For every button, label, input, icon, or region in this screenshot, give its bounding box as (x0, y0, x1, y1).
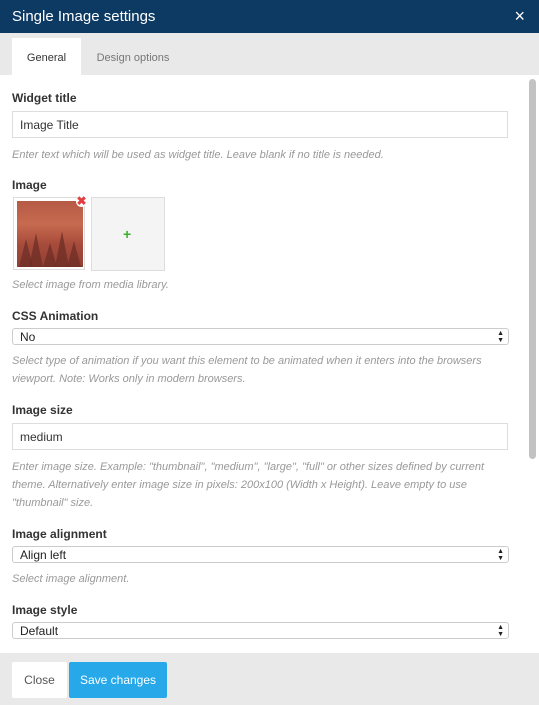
close-icon[interactable]: × (514, 6, 525, 26)
widget-title-label: Widget title (12, 91, 77, 105)
css-animation-help: Select type of animation if you want thi… (12, 355, 482, 385)
widget-title-input[interactable]: Image Title (12, 111, 508, 138)
css-animation-select[interactable]: No ▲ ▼ (12, 328, 509, 345)
save-changes-button[interactable]: Save changes (69, 662, 167, 698)
image-label: Image (12, 178, 47, 192)
plus-icon: + (123, 226, 132, 242)
image-alignment-select[interactable]: Align left ▲ ▼ (12, 546, 509, 563)
dialog-footer: Close Save changes (0, 653, 539, 705)
dialog-title: Single Image settings (12, 8, 156, 25)
widget-title-help: Enter text which will be used as widget … (12, 149, 384, 161)
updown-arrows-icon: ▲ ▼ (497, 330, 504, 344)
dialog-titlebar: Single Image settings × (0, 0, 539, 33)
selected-image (17, 201, 83, 267)
settings-panel: Widget title Image Title Enter text whic… (0, 75, 525, 653)
image-alignment-label: Image alignment (12, 527, 107, 541)
image-alignment-help: Select image alignment. (12, 573, 130, 585)
updown-arrows-icon: ▲ ▼ (497, 548, 504, 562)
css-animation-label: CSS Animation (12, 309, 99, 323)
image-size-help: Enter image size. Example: "thumbnail", … (12, 461, 485, 509)
image-thumbnail[interactable]: ✖ (13, 195, 87, 270)
tab-design-options[interactable]: Design options (88, 38, 178, 75)
tab-general[interactable]: General (12, 38, 81, 75)
image-alignment-value: Align left (20, 548, 67, 562)
image-help: Select image from media library. (12, 279, 169, 291)
close-button[interactable]: Close (12, 662, 67, 698)
image-style-select[interactable]: Default ▲ ▼ (12, 622, 509, 639)
image-style-value: Default (20, 624, 59, 638)
image-size-input[interactable]: medium (12, 423, 508, 450)
add-image-button[interactable]: + (91, 197, 165, 271)
updown-arrows-icon: ▲ ▼ (497, 624, 504, 638)
image-size-label: Image size (12, 403, 73, 417)
scrollbar-thumb[interactable] (529, 79, 536, 459)
remove-image-icon[interactable]: ✖ (76, 195, 87, 207)
css-animation-value: No (20, 330, 36, 344)
tabs-bar: General Design options (0, 33, 539, 75)
image-style-label: Image style (12, 603, 78, 617)
